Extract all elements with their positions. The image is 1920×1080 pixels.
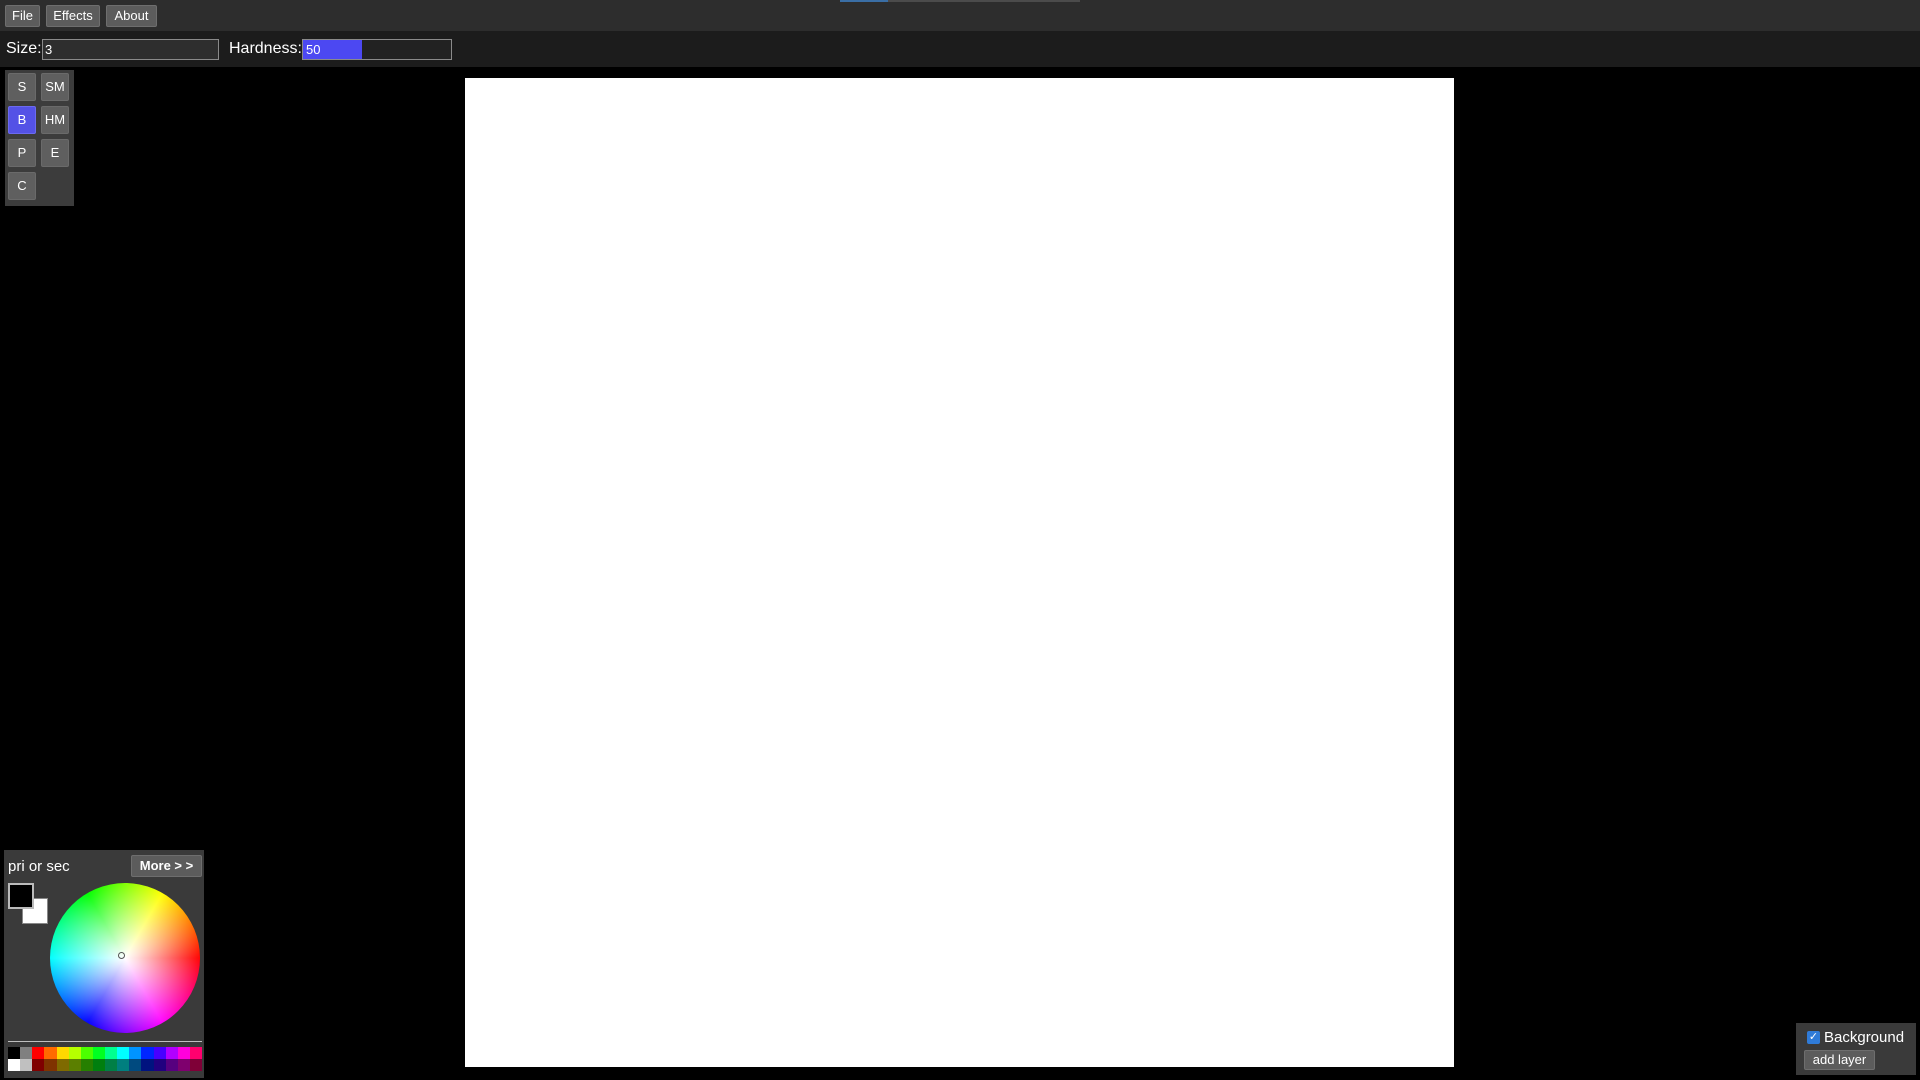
tool-panel: S SM B HM P E C (5, 70, 74, 206)
palette-swatch[interactable] (68, 1059, 81, 1071)
palette-swatch[interactable] (32, 1047, 45, 1059)
palette-swatch[interactable] (105, 1059, 118, 1071)
color-wheel[interactable] (50, 883, 200, 1033)
palette-swatch[interactable] (117, 1059, 130, 1071)
palette-swatch[interactable] (8, 1059, 21, 1071)
palette-swatch[interactable] (177, 1047, 190, 1059)
palette-swatch[interactable] (129, 1047, 142, 1059)
palette-swatch[interactable] (32, 1059, 45, 1071)
tool-sm-button[interactable]: SM (41, 73, 69, 101)
palette-swatch[interactable] (20, 1047, 33, 1059)
hardness-slider[interactable]: 50 (302, 39, 452, 60)
background-layer-label[interactable]: Background (1824, 1029, 1904, 1046)
palette-swatch[interactable] (189, 1059, 202, 1071)
palette-swatch[interactable] (56, 1059, 69, 1071)
palette-swatch[interactable] (92, 1059, 105, 1071)
palette-swatch[interactable] (44, 1047, 57, 1059)
palette-swatch[interactable] (129, 1059, 142, 1071)
hardness-value: 50 (306, 42, 321, 57)
active-tab-indicator (840, 0, 888, 2)
color-panel: pri or sec More > > (4, 850, 204, 1078)
color-wheel-marker[interactable] (118, 952, 125, 959)
palette-swatch[interactable] (105, 1047, 118, 1059)
palette-swatch[interactable] (68, 1047, 81, 1059)
palette-swatch[interactable] (153, 1047, 166, 1059)
palette-swatch[interactable] (141, 1059, 154, 1071)
size-input[interactable] (42, 39, 219, 60)
palette-swatch[interactable] (20, 1059, 33, 1071)
tool-c-button[interactable]: C (8, 172, 36, 200)
palette-swatch[interactable] (141, 1047, 154, 1059)
primary-color-swatch[interactable] (8, 883, 34, 909)
tool-b-button[interactable]: B (8, 106, 36, 134)
palette-swatch[interactable] (8, 1047, 21, 1059)
tool-e-button[interactable]: E (41, 139, 69, 167)
palette-swatch[interactable] (165, 1059, 178, 1071)
menu-bar: File Effects About (0, 0, 1920, 31)
about-menu-button[interactable]: About (106, 5, 157, 27)
tool-hm-button[interactable]: HM (41, 106, 69, 134)
color-palette (8, 1047, 202, 1071)
hardness-label: Hardness: (229, 40, 302, 57)
file-menu-button[interactable]: File (5, 5, 40, 27)
palette-swatch[interactable] (165, 1047, 178, 1059)
tool-p-button[interactable]: P (8, 139, 36, 167)
more-colors-button[interactable]: More > > (131, 855, 202, 877)
palette-swatch[interactable] (189, 1047, 202, 1059)
drawing-canvas[interactable] (465, 78, 1454, 1067)
tool-s-button[interactable]: S (8, 73, 36, 101)
palette-swatch[interactable] (44, 1059, 57, 1071)
size-label: Size: (6, 40, 42, 57)
layer-panel: ✓ Background add layer (1796, 1023, 1916, 1075)
background-visibility-checkbox[interactable]: ✓ (1807, 1031, 1820, 1044)
palette-swatch[interactable] (80, 1059, 93, 1071)
palette-swatch[interactable] (56, 1047, 69, 1059)
palette-swatch[interactable] (117, 1047, 130, 1059)
add-layer-button[interactable]: add layer (1804, 1050, 1875, 1070)
palette-swatch[interactable] (80, 1047, 93, 1059)
color-panel-title: pri or sec (8, 858, 70, 875)
palette-swatch[interactable] (92, 1047, 105, 1059)
effects-menu-button[interactable]: Effects (46, 5, 100, 27)
palette-swatch[interactable] (153, 1059, 166, 1071)
palette-swatch[interactable] (177, 1059, 190, 1071)
palette-divider (8, 1041, 202, 1042)
